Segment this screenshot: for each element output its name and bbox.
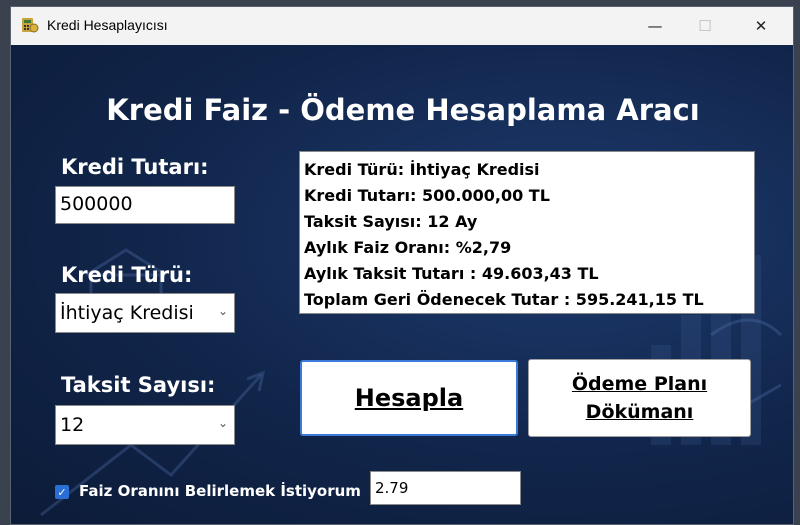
loan-type-select[interactable]: İhtiyaç Kredisi ⌄: [55, 293, 235, 333]
result-line: Aylık Faiz Oranı: %2,79: [304, 238, 512, 257]
main-panel: Kredi Faiz - Ödeme Hesaplama Aracı Kredi…: [11, 45, 793, 524]
payment-plan-label-2: Dökümanı: [585, 401, 694, 423]
amount-label: Kredi Tutarı:: [61, 155, 209, 179]
close-button[interactable]: ✕: [738, 7, 784, 45]
payment-plan-label-1: Ödeme Planı: [571, 373, 708, 395]
result-line: Taksit Sayısı: 12 Ay: [304, 212, 478, 231]
installment-select[interactable]: 12 ⌄: [55, 405, 235, 445]
result-line: Toplam Geri Ödenecek Tutar : 595.241,15 …: [304, 290, 704, 309]
app-window: Kredi Hesaplayıcısı — ☐ ✕ Kredi Faiz - Ö…: [10, 6, 794, 525]
loan-type-label: Kredi Türü:: [61, 263, 193, 287]
result-line: Kredi Türü: İhtiyaç Kredisi: [304, 160, 540, 179]
loan-type-value: İhtiyaç Kredisi: [60, 302, 194, 324]
amount-input[interactable]: 500000: [55, 186, 235, 224]
checkmark-icon: ✓: [57, 485, 67, 499]
result-line: Kredi Tutarı: 500.000,00 TL: [304, 186, 550, 205]
installment-label: Taksit Sayısı:: [61, 373, 216, 397]
title-bar[interactable]: Kredi Hesaplayıcısı — ☐ ✕: [11, 7, 793, 45]
app-icon: [22, 18, 39, 33]
minimize-button[interactable]: —: [632, 7, 678, 45]
window-title: Kredi Hesaplayıcısı: [47, 17, 168, 33]
installment-value: 12: [60, 414, 85, 436]
rate-checkbox[interactable]: ✓: [55, 485, 69, 499]
chevron-down-icon: ⌄: [217, 304, 228, 318]
page-title: Kredi Faiz - Ödeme Hesaplama Aracı: [106, 93, 700, 127]
rate-checkbox-label[interactable]: Faiz Oranını Belirlemek İstiyorum: [79, 482, 361, 500]
interest-rate-input[interactable]: 2.79: [370, 471, 521, 505]
result-textbox[interactable]: Kredi Türü: İhtiyaç Kredisi Kredi Tutarı…: [299, 151, 755, 314]
payment-plan-button[interactable]: Ödeme Planı Dökümanı: [528, 359, 751, 437]
result-line: Aylık Taksit Tutarı : 49.603,43 TL: [304, 264, 599, 283]
maximize-button[interactable]: ☐: [682, 7, 728, 45]
chevron-down-icon: ⌄: [217, 416, 228, 430]
calculate-button[interactable]: Hesapla: [300, 360, 518, 436]
